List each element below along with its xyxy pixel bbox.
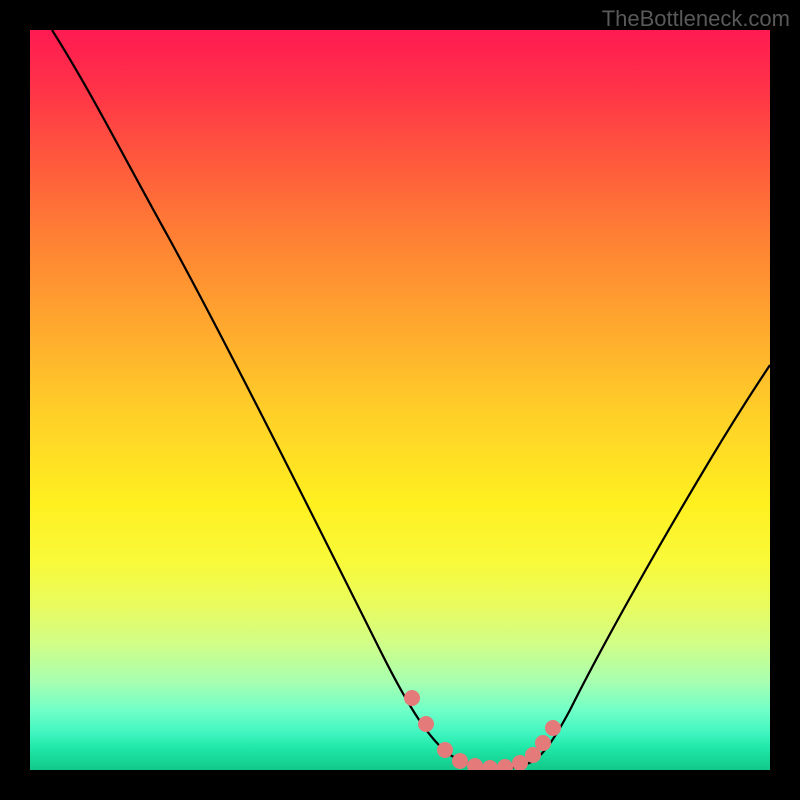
chart-container: TheBottleneck.com (0, 0, 800, 800)
watermark-text: TheBottleneck.com (602, 6, 790, 32)
highlight-dots (404, 690, 561, 770)
bottleneck-curve (52, 30, 770, 768)
curve-layer (30, 30, 770, 770)
plot-area (30, 30, 770, 770)
